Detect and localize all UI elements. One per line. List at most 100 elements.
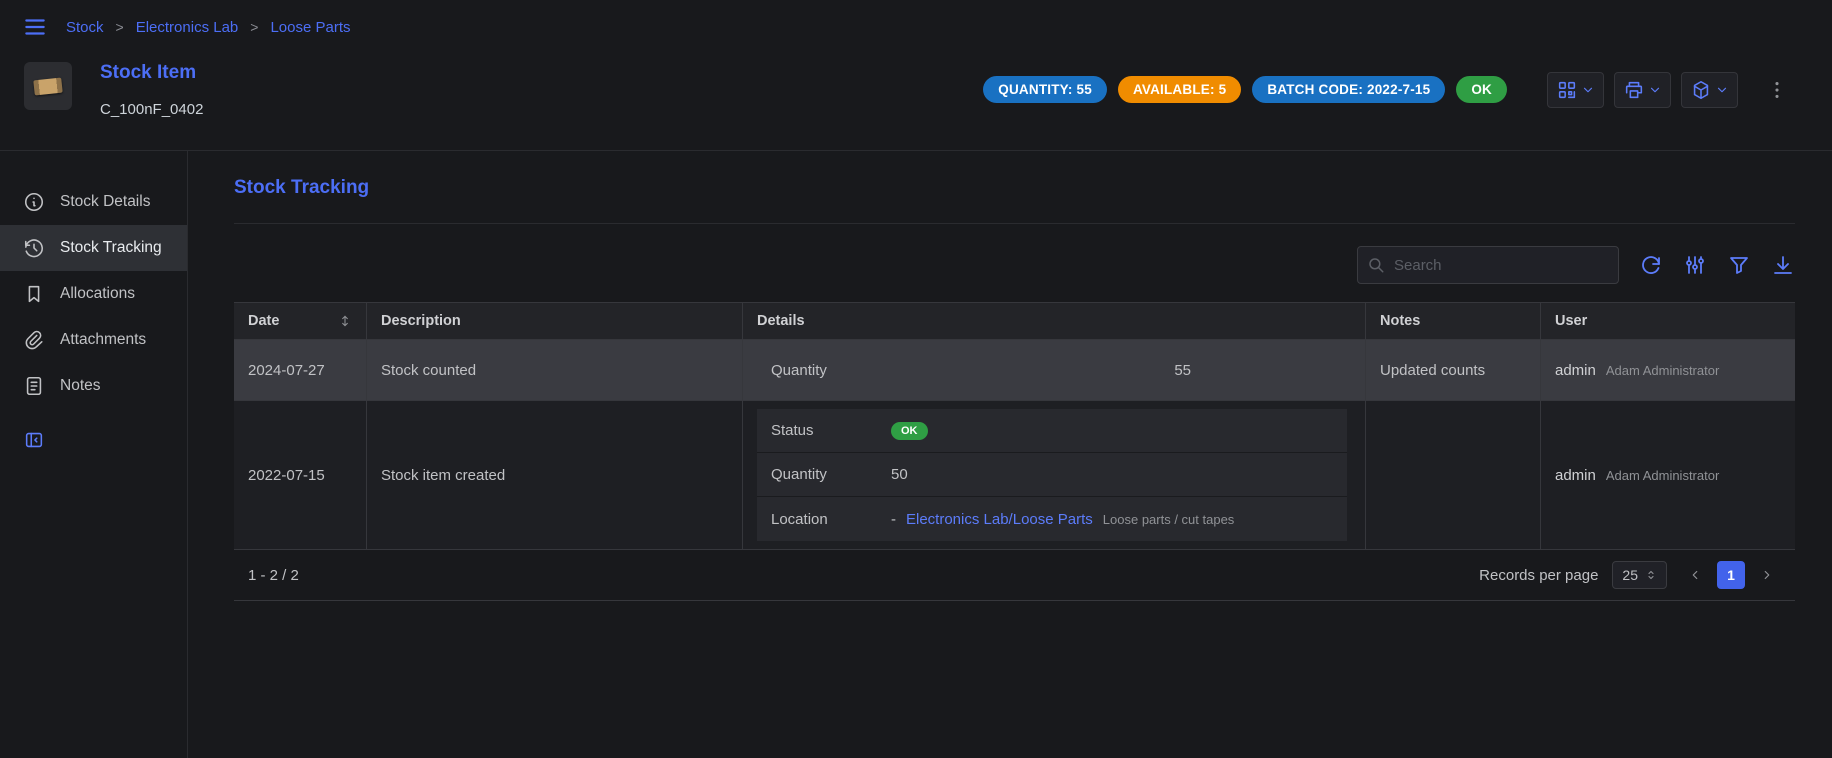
status-ok-badge: OK xyxy=(1456,76,1507,103)
records-per-page-label: Records per page xyxy=(1479,567,1598,584)
detail-row-status: Status OK xyxy=(757,409,1347,453)
stock-item-name: C_100nF_0402 xyxy=(100,101,203,118)
sidebar-item-allocations[interactable]: Allocations xyxy=(0,271,187,317)
search-input[interactable] xyxy=(1357,246,1619,284)
filter-icon[interactable] xyxy=(1727,253,1751,277)
records-per-page-value: 25 xyxy=(1622,567,1638,583)
breadcrumb-link-loose-parts[interactable]: Loose Parts xyxy=(270,19,350,36)
column-header-details: Details xyxy=(743,303,1366,339)
selector-icon xyxy=(1645,569,1657,581)
history-icon xyxy=(23,237,45,259)
printer-icon xyxy=(1623,79,1645,101)
quantity-badge: QUANTITY: 55 xyxy=(983,76,1107,103)
detail-row-location: Location - Electronics Lab/Loose Parts L… xyxy=(757,497,1347,541)
title-block: Stock Item C_100nF_0402 xyxy=(100,62,203,118)
record-range: 1 - 2 / 2 xyxy=(248,567,299,584)
download-icon[interactable] xyxy=(1771,253,1795,277)
column-header-date[interactable]: Date xyxy=(234,303,367,339)
main-panel: Stock Tracking xyxy=(188,151,1832,758)
notes-cell xyxy=(1366,401,1541,549)
column-header-notes: Notes xyxy=(1366,303,1541,339)
location-dash: - xyxy=(891,511,896,528)
details-cell: Status OK Quantity 50 Location - xyxy=(743,401,1366,549)
previous-page-button[interactable] xyxy=(1681,561,1709,589)
date-cell: 2024-07-27 xyxy=(234,340,367,400)
sidebar-item-label: Notes xyxy=(60,377,101,395)
detail-key: Quantity xyxy=(771,362,891,379)
info-icon xyxy=(23,191,45,213)
available-badge: AVAILABLE: 5 xyxy=(1118,76,1241,103)
kebab-menu-icon[interactable] xyxy=(1762,75,1792,105)
location-link[interactable]: Electronics Lab/Loose Parts xyxy=(906,511,1093,528)
section-title: Stock Tracking xyxy=(234,177,1795,199)
details-cell: Quantity 55 xyxy=(743,340,1366,400)
breadcrumb-link-electronics-lab[interactable]: Electronics Lab xyxy=(136,19,239,36)
detail-row-quantity: Quantity 50 xyxy=(757,453,1347,497)
sort-icon xyxy=(338,314,352,328)
records-per-page-select[interactable]: 25 xyxy=(1612,561,1667,589)
bookmark-icon xyxy=(23,283,45,305)
breadcrumb: Stock > Electronics Lab > Loose Parts xyxy=(66,19,351,36)
sidebar-collapse-icon[interactable] xyxy=(0,419,187,461)
content: Stock Details Stock Tracking Allocations… xyxy=(0,150,1832,758)
user-full-name: Adam Administrator xyxy=(1606,468,1719,483)
detail-key: Location xyxy=(771,511,891,528)
package-icon xyxy=(1690,79,1712,101)
sidebar-item-label: Stock Details xyxy=(60,193,150,211)
table-row: 2022-07-15 Stock item created Status OK … xyxy=(234,401,1795,550)
note-icon xyxy=(23,375,45,397)
sidebar-item-label: Stock Tracking xyxy=(60,239,162,257)
breadcrumb-link-stock[interactable]: Stock xyxy=(66,19,104,36)
breadcrumb-separator: > xyxy=(250,19,258,35)
user-cell: admin Adam Administrator xyxy=(1541,340,1795,400)
column-header-description: Description xyxy=(367,303,743,339)
section-divider xyxy=(234,223,1795,224)
sidebar-item-attachments[interactable]: Attachments xyxy=(0,317,187,363)
sidebar-item-label: Attachments xyxy=(60,331,146,349)
sidebar-item-stock-tracking[interactable]: Stock Tracking xyxy=(0,225,187,271)
chevron-down-icon xyxy=(1715,83,1729,97)
user-cell: admin Adam Administrator xyxy=(1541,401,1795,549)
stock-actions-button[interactable] xyxy=(1681,72,1738,108)
topbar: Stock > Electronics Lab > Loose Parts xyxy=(0,0,1832,54)
date-cell: 2022-07-15 xyxy=(234,401,367,549)
page-title: Stock Item xyxy=(100,62,203,84)
notes-cell: Updated counts xyxy=(1366,340,1541,400)
pagination: 1 xyxy=(1681,561,1781,589)
sidebar-item-notes[interactable]: Notes xyxy=(0,363,187,409)
username: admin xyxy=(1555,362,1596,379)
menu-icon[interactable] xyxy=(22,14,48,40)
stock-item-thumbnail[interactable] xyxy=(24,62,72,110)
column-label: Date xyxy=(248,313,279,329)
detail-key: Status xyxy=(771,422,891,439)
batch-code-badge: BATCH CODE: 2022-7-15 xyxy=(1252,76,1445,103)
sidebar-item-label: Allocations xyxy=(60,285,135,303)
stock-tracking-table: Date Description Details Notes User 2024… xyxy=(234,302,1795,601)
refresh-icon[interactable] xyxy=(1639,253,1663,277)
column-header-user: User xyxy=(1541,303,1795,339)
print-actions-button[interactable] xyxy=(1614,72,1671,108)
barcode-actions-button[interactable] xyxy=(1547,72,1604,108)
location-description: Loose parts / cut tapes xyxy=(1103,512,1235,527)
user-full-name: Adam Administrator xyxy=(1606,363,1719,378)
chevron-down-icon xyxy=(1648,83,1662,97)
detail-value: 55 xyxy=(891,362,1191,379)
detail-value: 50 xyxy=(891,466,908,483)
table-row: 2024-07-27 Stock counted Quantity 55 Upd… xyxy=(234,340,1795,401)
username: admin xyxy=(1555,467,1596,484)
paperclip-icon xyxy=(23,329,45,351)
next-page-button[interactable] xyxy=(1753,561,1781,589)
table-header-row: Date Description Details Notes User xyxy=(234,303,1795,340)
description-cell: Stock item created xyxy=(367,401,743,549)
chevron-down-icon xyxy=(1581,83,1595,97)
breadcrumb-separator: > xyxy=(116,19,124,35)
qrcode-icon xyxy=(1556,79,1578,101)
capacitor-image xyxy=(33,77,62,95)
status-ok-badge: OK xyxy=(891,422,928,440)
page-1-button[interactable]: 1 xyxy=(1717,561,1745,589)
adjustments-icon[interactable] xyxy=(1683,253,1707,277)
sidebar-item-stock-details[interactable]: Stock Details xyxy=(0,179,187,225)
header-actions xyxy=(1547,72,1792,108)
search-box xyxy=(1357,246,1619,284)
description-cell: Stock counted xyxy=(367,340,743,400)
